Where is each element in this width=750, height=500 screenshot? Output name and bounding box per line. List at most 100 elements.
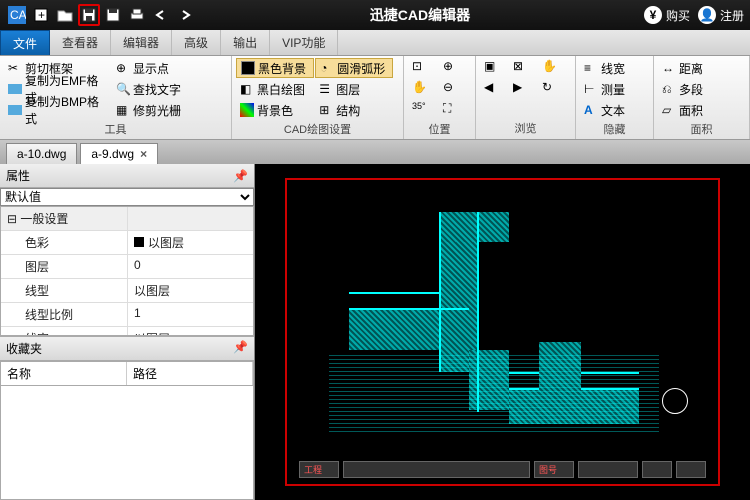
buy-label: 购买 <box>666 7 690 24</box>
favorites-body <box>0 386 254 500</box>
user-icon: 👤 <box>698 6 716 24</box>
tab-advanced[interactable]: 高级 <box>172 30 221 55</box>
group-label-cad: CAD绘图设置 <box>236 120 399 138</box>
register-label: 注册 <box>720 7 744 24</box>
tab-output[interactable]: 输出 <box>221 30 270 55</box>
print-icon[interactable] <box>126 4 148 26</box>
default-combo[interactable]: 默认值 <box>0 188 254 206</box>
pos-4[interactable]: ⊖ <box>439 79 469 99</box>
save-icon[interactable] <box>78 4 100 26</box>
black-bg-toggle[interactable]: 黑色背景 <box>236 58 314 78</box>
b5[interactable]: ▶ <box>509 79 537 99</box>
prop-row-ltscale[interactable]: 线型比例1 <box>1 303 253 327</box>
prop-row-color[interactable]: 色彩以图层 <box>1 231 253 255</box>
svg-text:+: + <box>38 8 45 22</box>
area-button[interactable]: ▱面积 <box>658 100 745 120</box>
ribbon-group-area: ↔距离 ⎌多段 ▱面积 面积 <box>654 56 750 139</box>
zoom-icon: ⊡ <box>412 59 430 77</box>
multi-button[interactable]: ⎌多段 <box>658 79 745 99</box>
hand-icon: ✋ <box>542 59 560 77</box>
b6[interactable]: ↻ <box>538 79 566 99</box>
tab-viewer[interactable]: 查看器 <box>50 30 111 55</box>
undo-icon[interactable] <box>150 4 172 26</box>
buy-link[interactable]: ¥购买 <box>644 6 690 24</box>
favorites-title: 收藏夹 <box>6 340 42 357</box>
tab-vip[interactable]: VIP功能 <box>270 30 338 55</box>
area-icon: ▱ <box>662 103 676 117</box>
text-button[interactable]: A文本 <box>580 100 649 120</box>
bg-color-button[interactable]: 背景色 <box>236 100 314 120</box>
lineweight-button[interactable]: ≡线宽 <box>580 58 649 78</box>
doc-tab-1[interactable]: a-10.dwg <box>6 143 77 164</box>
pos-1[interactable]: ⊡ <box>408 58 438 78</box>
saveas-icon[interactable] <box>102 4 124 26</box>
open-icon[interactable] <box>54 4 76 26</box>
trim-icon: ▦ <box>116 103 130 117</box>
zoom-in-icon: ⊕ <box>443 59 461 77</box>
ribbon: ✂剪切框架 ⊕显示点 复制为EMF格式 🔍查找文字 复制为BMP格式 ▦修剪光栅… <box>0 56 750 140</box>
properties-title: 属性 <box>6 167 30 184</box>
arc-smooth-toggle[interactable]: ◔圆滑弧形 <box>315 58 393 78</box>
register-link[interactable]: 👤注册 <box>698 6 744 24</box>
drawing-canvas[interactable]: 工程 图号 <box>255 164 750 500</box>
prop-row-layer[interactable]: 图层0 <box>1 255 253 279</box>
app-icon[interactable]: CAD <box>6 4 28 26</box>
pos-3[interactable]: ✋ <box>408 79 438 99</box>
lw-icon: ≡ <box>584 61 598 75</box>
pin-icon[interactable]: 📌 <box>233 169 248 183</box>
b2[interactable]: ⊠ <box>509 58 537 78</box>
b1[interactable]: ▣ <box>480 58 508 78</box>
detail-3: 图号 <box>534 461 574 478</box>
arc-icon: ◔ <box>320 61 334 75</box>
group-label-tools: 工具 <box>4 120 227 138</box>
doc-tab-2[interactable]: a-9.dwg× <box>80 143 158 164</box>
layers-button[interactable]: ☰图层 <box>315 79 393 99</box>
title-bar: CAD + 迅捷CAD编辑器 ¥购买 👤注册 <box>0 0 750 30</box>
pin-icon-2[interactable]: 📌 <box>233 340 248 357</box>
tab-editor[interactable]: 编辑器 <box>111 30 172 55</box>
lock-icon: ⊠ <box>513 59 531 77</box>
ribbon-group-position: ⊡ ⊕ ✋ ⊖ 35° ⛶ 位置 <box>404 56 476 139</box>
bw-draw-button[interactable]: ◧黑白绘图 <box>236 79 314 99</box>
prop-row-lineweight[interactable]: 线宽以图层 <box>1 327 253 336</box>
detail-5 <box>642 461 672 478</box>
pos-5[interactable]: 35° <box>408 100 438 120</box>
col-path[interactable]: 路径 <box>127 362 253 385</box>
pan-icon: ✋ <box>412 80 430 98</box>
angle-icon: 35° <box>412 101 430 119</box>
currency-icon: ¥ <box>644 6 662 24</box>
distance-button[interactable]: ↔距离 <box>658 58 745 78</box>
pos-6[interactable]: ⛶ <box>439 100 469 120</box>
copy-bmp-button[interactable]: 复制为BMP格式 <box>4 100 111 120</box>
new-icon[interactable]: + <box>30 4 52 26</box>
measure-icon: ⊢ <box>584 82 598 96</box>
group-label-position: 位置 <box>408 120 471 138</box>
prev-icon: ◀ <box>484 80 502 98</box>
compass-icon <box>662 388 688 414</box>
close-icon[interactable]: × <box>140 147 147 161</box>
document-tabs: a-10.dwg a-9.dwg× <box>0 140 750 164</box>
svg-text:CAD: CAD <box>10 8 26 22</box>
group-label-hide: 隐藏 <box>580 120 649 138</box>
prop-group-general[interactable]: 一般设置 <box>1 207 253 231</box>
refresh-icon: ↻ <box>542 80 560 98</box>
b3[interactable]: ✋ <box>538 58 566 78</box>
trim-beam-button[interactable]: ▦修剪光栅 <box>112 100 219 120</box>
measure-button[interactable]: ⊢测量 <box>580 79 649 99</box>
b4[interactable]: ◀ <box>480 79 508 99</box>
col-name[interactable]: 名称 <box>1 362 127 385</box>
redo-icon[interactable] <box>174 4 196 26</box>
favorites-header: 收藏夹 📌 <box>0 336 254 361</box>
structure-button[interactable]: ⊞结构 <box>315 100 393 120</box>
pos-2[interactable]: ⊕ <box>439 58 469 78</box>
tab-file[interactable]: 文件 <box>0 30 50 55</box>
find-icon: 🔍 <box>116 82 130 96</box>
workspace: 属性 📌 默认值 一般设置 色彩以图层 图层0 线型以图层 线型比例1 线宽以图… <box>0 164 750 500</box>
text-icon: A <box>584 103 598 117</box>
detail-2 <box>343 461 530 478</box>
find-text-button[interactable]: 🔍查找文字 <box>112 79 219 99</box>
show-points-button[interactable]: ⊕显示点 <box>112 58 219 78</box>
next-icon: ▶ <box>513 80 531 98</box>
prop-row-linetype[interactable]: 线型以图层 <box>1 279 253 303</box>
bmp-icon <box>8 105 22 115</box>
